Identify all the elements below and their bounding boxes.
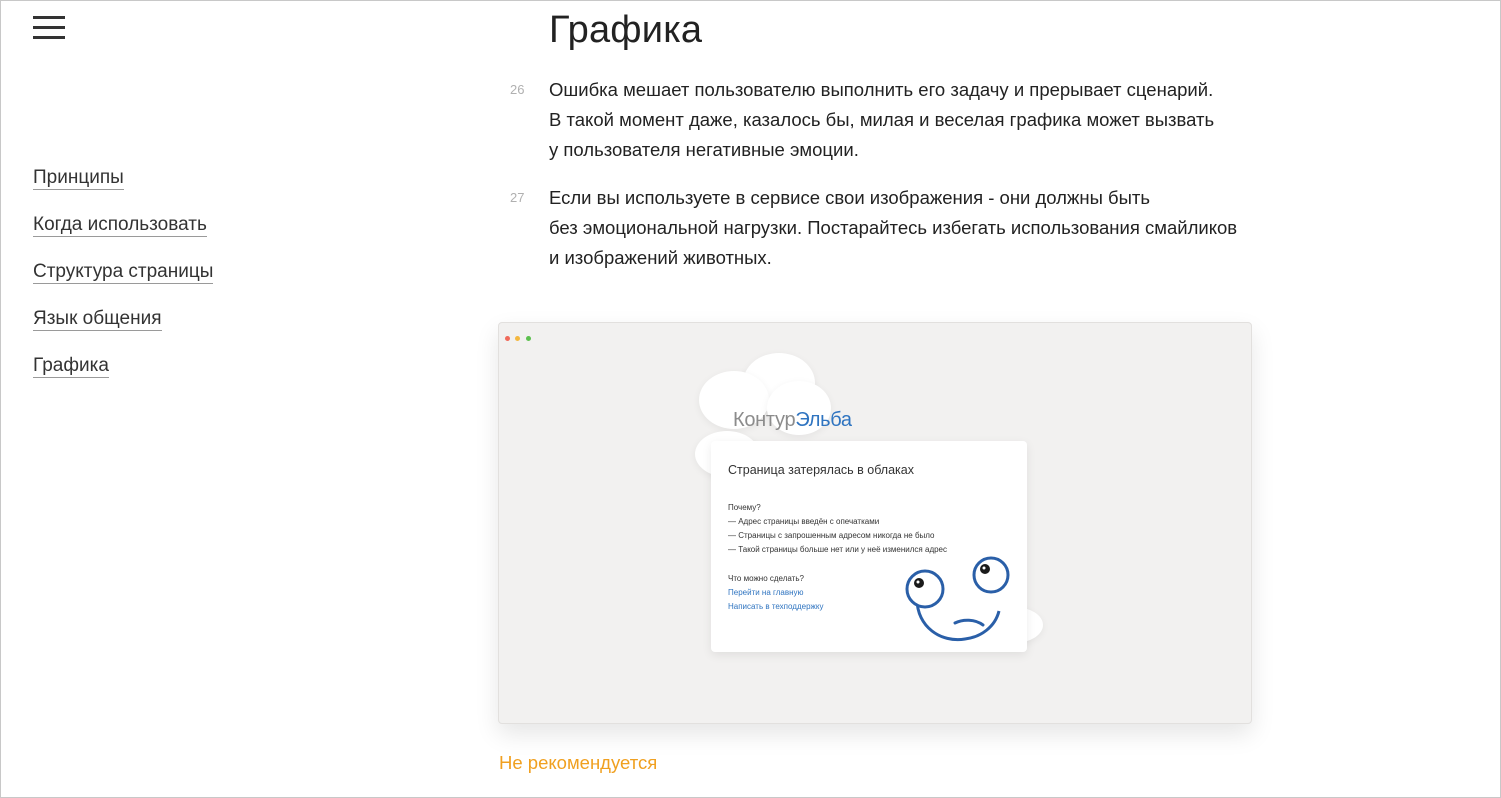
rule-text-line: у пользователя негативные эмоции. [549, 139, 859, 160]
close-dot-icon [505, 336, 510, 341]
maximize-dot-icon [525, 336, 531, 341]
not-recommended-label: Не рекомендуется [499, 752, 658, 773]
minimize-dot-icon [515, 336, 521, 341]
sidebar-item-page-structure[interactable]: Структура страницы [33, 261, 214, 284]
rule-text-line: и изображений животных. [549, 247, 772, 268]
sidebar-item-when-to-use[interactable]: Когда использовать [33, 214, 207, 237]
sidebar-item-principles[interactable]: Принципы [33, 167, 124, 190]
todo-heading: Что можно сделать? [728, 574, 804, 583]
rule-text-line: без эмоциональной нагрузки. Постарайтесь… [549, 217, 1238, 238]
reason-item: — Страницы с запрошенным адресом никогда… [728, 531, 935, 540]
window-controls [505, 328, 532, 346]
rule-text-line: Если вы используете в сервисе свои изобр… [549, 187, 1151, 208]
rule-item: 26 Ошибка мешает пользователю выполнить … [510, 75, 1309, 165]
rule-item: 27 Если вы используете в сервисе свои из… [510, 183, 1309, 273]
rule-number: 27 [510, 190, 525, 205]
rule-text-line: Ошибка мешает пользователю выполнить его… [549, 79, 1214, 100]
sidebar-nav: Принципы Когда использовать Структура ст… [33, 167, 214, 402]
support-link[interactable]: Написать в техподдержку [728, 602, 823, 611]
googly-eyes-mascot-icon [905, 556, 1010, 642]
page-title: Графика [549, 9, 703, 51]
sidebar-item-language[interactable]: Язык общения [33, 308, 162, 331]
why-heading: Почему? [728, 503, 761, 512]
rule-text-line: В такой момент даже, казалось бы, милая … [549, 109, 1215, 130]
go-home-link[interactable]: Перейти на главную [728, 588, 804, 597]
hamburger-menu-icon[interactable] [33, 15, 65, 41]
example-screenshot: КонтурЭльба Страница затерялась в облака… [498, 322, 1252, 724]
reason-item: — Адрес страницы введён с опечатками [728, 517, 880, 526]
sidebar-item-graphics[interactable]: Графика [33, 355, 109, 378]
error-title: Страница затерялась в облаках [728, 463, 914, 477]
page-frame: Принципы Когда использовать Структура ст… [0, 0, 1501, 798]
rule-number: 26 [510, 82, 525, 97]
kontur-elba-logo: КонтурЭльба [733, 409, 852, 431]
